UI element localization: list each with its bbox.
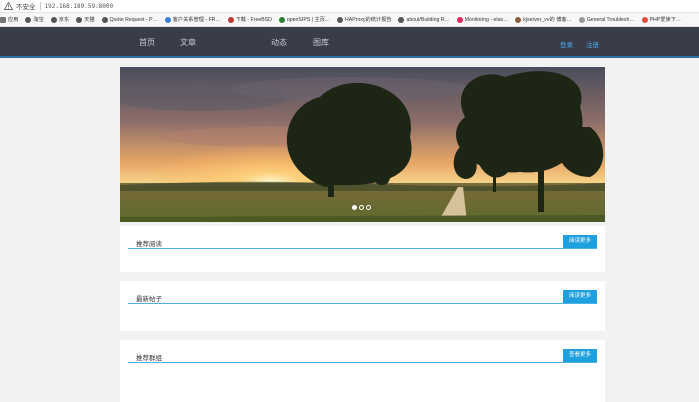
recommended-groups-panel: 推荐群组 查看更多 [120, 340, 605, 402]
globe-icon [50, 16, 57, 23]
freebsd-icon [227, 16, 234, 23]
bookmark-label: 淘宝 [33, 17, 44, 23]
bookmark-label: General Troublesh… [586, 16, 635, 23]
bookmarks-bar: 应用 淘宝 京东 天猫 Quote Request - P… 客户关系管理 - FR… 下载… [0, 13, 699, 27]
recommended-reading-panel: 推荐阅读 阅读更多 [120, 226, 605, 272]
panel-title: 推荐群组 [136, 355, 162, 362]
bookmark-item[interactable]: Monitoring - elas… [456, 16, 509, 23]
apps-icon [0, 16, 6, 23]
warning-icon [4, 2, 13, 10]
globe-icon [101, 16, 108, 23]
url-text[interactable]: 192.168.189.59:8000 [45, 3, 114, 10]
carousel-dot[interactable] [366, 205, 371, 210]
bookmark-item[interactable]: 天猫 [76, 16, 95, 23]
bookmark-label: 应用 [8, 17, 19, 23]
globe-icon [25, 16, 32, 23]
bookmark-item[interactable]: 应用 [0, 16, 18, 23]
bookmark-label: PHP爱读下… [649, 17, 681, 23]
bookmark-label: 京东 [58, 17, 70, 23]
panel-header: 推荐群组 查看更多 [128, 348, 597, 363]
bookmark-item[interactable]: 客户关系管理 - FR… [164, 16, 221, 23]
panel-title: 推荐阅读 [136, 241, 162, 248]
bookmark-label: 下载 - FreeBSD [235, 17, 272, 23]
nav-gallery[interactable]: 图库 [313, 37, 329, 48]
login-link[interactable]: 登录 [560, 39, 573, 49]
address-bar[interactable]: 不安全 192.168.189.59:8000 [0, 0, 699, 13]
bookmark-label: Monitoring - elas… [464, 16, 509, 23]
carousel-indicators [352, 205, 371, 210]
bookmark-label: kjserver_vv的 博客… [523, 17, 572, 23]
panel-header: 最新帖子 阅读更多 [128, 289, 597, 304]
elastic-icon [456, 16, 463, 23]
read-more-button[interactable]: 阅读更多 [562, 290, 597, 303]
bookmark-item[interactable]: 京东 [50, 16, 70, 23]
nav-articles[interactable]: 文章 [180, 37, 196, 48]
divider [39, 2, 41, 10]
nav-news[interactable]: 动态 [271, 37, 287, 48]
bookmark-item[interactable]: HAProxy的统计报告 [337, 16, 391, 23]
blog-icon [515, 16, 522, 23]
latest-posts-panel: 最新帖子 阅读更多 [120, 281, 605, 331]
bookmark-item[interactable]: 淘宝 [25, 16, 44, 23]
php-icon [641, 16, 648, 23]
insecure-label: 不安全 [16, 4, 36, 11]
carousel-dot[interactable] [352, 205, 357, 210]
bookmark-item[interactable]: openSIPS | 主页… [278, 16, 331, 23]
bookmark-label: about/Building R… [406, 16, 450, 23]
sunset-landscape-image [120, 67, 605, 222]
register-link[interactable]: 注册 [586, 39, 599, 49]
read-more-button[interactable]: 阅读更多 [562, 235, 597, 248]
globe-icon [578, 16, 585, 23]
bookmark-label: 天猫 [84, 17, 95, 23]
bookmark-item[interactable]: General Troublesh… [578, 16, 635, 23]
bookmark-item[interactable]: about/Building R… [398, 16, 450, 23]
globe-icon [398, 16, 405, 23]
bookmark-label: HAProxy的统计报告 [345, 17, 392, 23]
globe-icon [76, 16, 83, 23]
bookmark-item[interactable]: PHP爱读下… [641, 16, 681, 23]
bookmark-item[interactable]: kjserver_vv的 博客… [515, 16, 572, 23]
bookmark-label: openSIPS | 主页… [286, 17, 331, 23]
bookmark-label: 客户关系管理 - FR… [172, 17, 221, 23]
globe-icon [164, 16, 171, 23]
carousel-dot[interactable] [359, 205, 364, 210]
opensips-icon [278, 16, 285, 23]
globe-icon [337, 16, 344, 23]
nav-home[interactable]: 首页 [139, 37, 155, 48]
bookmark-item[interactable]: Quote Request - P… [101, 16, 158, 23]
site-navbar: 首页 文章 动态 图库 登录 注册 [0, 27, 699, 58]
panel-header: 推荐阅读 阅读更多 [128, 234, 597, 249]
bookmark-label: Quote Request - P… [109, 16, 158, 23]
view-more-button[interactable]: 查看更多 [562, 349, 597, 362]
bookmark-item[interactable]: 下载 - FreeBSD [227, 16, 272, 23]
carousel-banner[interactable] [120, 67, 605, 222]
panel-title: 最新帖子 [136, 296, 162, 303]
